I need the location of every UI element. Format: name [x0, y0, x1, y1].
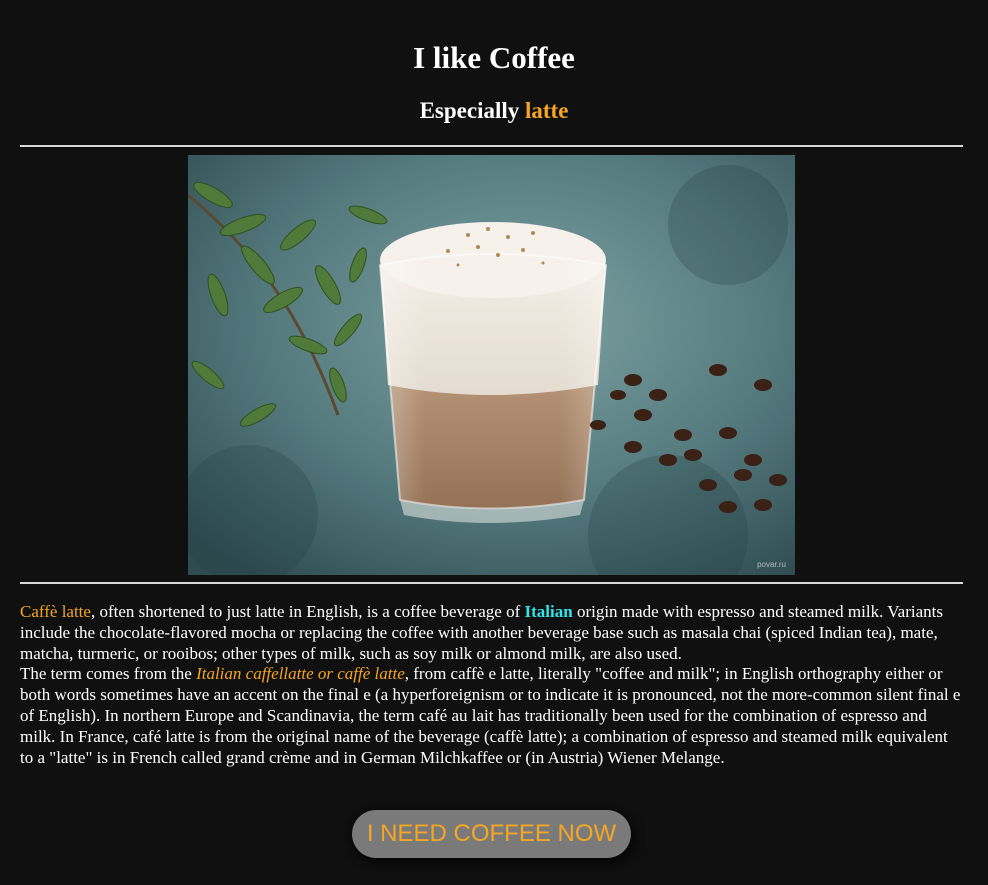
article-text: Caffè latte, often shortened to just lat…: [20, 602, 965, 768]
term-caffe-latte: Caffè latte: [20, 602, 91, 621]
photo-watermark: povar.ru: [757, 560, 786, 569]
divider-bottom: [20, 582, 963, 584]
page: I like Coffee Especially latte povar.ru …: [0, 0, 988, 885]
need-coffee-button[interactable]: I NEED COFFEE NOW: [352, 810, 631, 858]
page-subtitle: Especially latte: [0, 97, 988, 125]
paragraph-2-text-a: The term comes from the: [20, 664, 197, 684]
subtitle-highlight: latte: [525, 98, 569, 123]
term-italian: Italian: [524, 602, 573, 621]
term-italian-caffellatte: Italian caffellatte or caffè latte: [196, 664, 405, 684]
page-title: I like Coffee: [413, 40, 575, 75]
subtitle-prefix: Especially: [419, 98, 525, 123]
paragraph-1: Caffè latte, often shortened to just lat…: [20, 602, 965, 664]
paragraph-2: The term comes from the Italian caffella…: [20, 664, 965, 768]
paragraph-1-text-a: , often shortened to just latte in Engli…: [90, 602, 525, 621]
latte-photo: povar.ru: [188, 155, 795, 575]
divider-top: [20, 145, 963, 147]
latte-photo-illustration: povar.ru: [188, 155, 795, 575]
latte-glass: [378, 222, 608, 523]
